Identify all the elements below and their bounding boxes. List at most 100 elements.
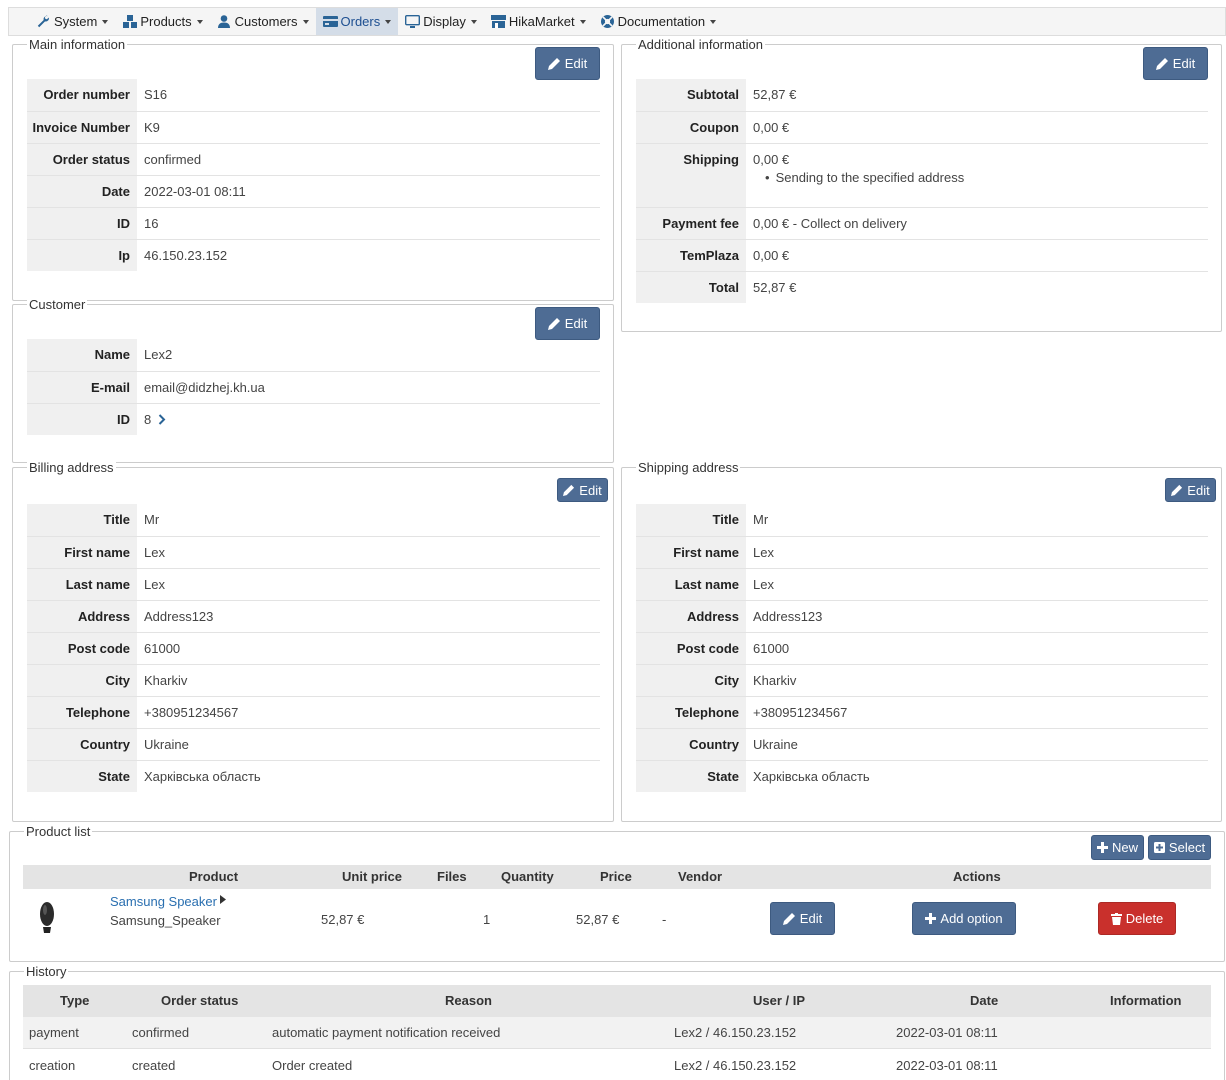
add-option-button[interactable]: Add option [912, 902, 1016, 935]
history-date: 2022-03-01 08:11 [896, 1025, 998, 1040]
table-row: Name Lex2 [27, 339, 600, 371]
credit-card-icon [322, 15, 338, 29]
desktop-icon [405, 15, 421, 29]
field-label: Title [636, 504, 746, 536]
store-icon [490, 15, 506, 29]
shipping-edit-label: Edit [1187, 482, 1210, 498]
shipping-first-name-value: Lex [746, 535, 1208, 568]
menu-orders[interactable]: Orders [315, 8, 399, 35]
shipping-edit-button[interactable]: Edit [1165, 478, 1216, 502]
field-label: Country [636, 727, 746, 760]
field-label: Telephone [636, 695, 746, 728]
table-row: Last name Lex [27, 567, 600, 600]
pencil-icon [563, 484, 575, 496]
field-label: Order number [27, 79, 137, 111]
menu-documentation[interactable]: Documentation [593, 8, 723, 35]
table-row: ID 8 [27, 402, 600, 435]
field-label: Subtotal [636, 79, 746, 111]
field-label: Total [636, 270, 746, 303]
caret-right-icon[interactable] [219, 895, 226, 904]
additional-information-table: Subtotal 52,87 € Coupon 0,00 € Shipping 0,… [636, 79, 1208, 303]
order-status-value: confirmed [137, 142, 600, 175]
plus-square-icon [1153, 842, 1165, 853]
table-row: First name Lex [636, 535, 1208, 568]
table-row: Coupon 0,00 € [636, 110, 1208, 143]
table-row: State Харківська область [27, 759, 600, 792]
col-files: Files [437, 869, 467, 884]
order-date-value: 2022-03-01 08:11 [137, 174, 600, 207]
coupon-value: 0,00 € [746, 110, 1208, 143]
table-row: Subtotal 52,87 € [636, 79, 1208, 111]
pencil-icon [1171, 484, 1183, 496]
table-row: Title Mr [636, 504, 1208, 536]
menu-customers[interactable]: Customers [210, 8, 316, 35]
pencil-icon [1155, 58, 1168, 70]
shipping-value-cell: 0,00 € • Sending to the specified address [746, 142, 1208, 207]
field-label: Post code [27, 631, 137, 664]
field-label: Order status [27, 142, 137, 175]
history-legend: History [24, 964, 69, 979]
delete-product-label: Delete [1125, 911, 1164, 926]
field-label: First name [636, 535, 746, 568]
product-name-cell: Samsung Speaker Samsung_Speaker [110, 894, 226, 928]
billing-title-value: Mr [144, 512, 160, 528]
additional-edit-label: Edit [1172, 56, 1196, 71]
customer-edit-button[interactable]: Edit [535, 307, 600, 340]
select-product-button[interactable]: Select [1148, 835, 1211, 860]
field-label: Name [27, 339, 137, 371]
history-user: Lex2 / 46.150.23.152 [674, 1058, 797, 1073]
additional-edit-button[interactable]: Edit [1143, 47, 1208, 80]
main-information-panel: Main information Edit Order number S16 In… [12, 37, 614, 301]
order-ip-value: 46.150.23.152 [137, 238, 600, 271]
product-thumbnail[interactable] [38, 900, 56, 936]
field-label: Country [27, 727, 137, 760]
pencil-icon [547, 58, 560, 70]
total-value: 52,87 € [746, 270, 1208, 303]
billing-edit-label: Edit [579, 482, 602, 498]
table-row: Address Address123 [27, 599, 600, 632]
field-label: Last name [636, 567, 746, 600]
table-row: State Харківська область [636, 759, 1208, 792]
shipping-method-label: Sending to the specified address [775, 169, 965, 185]
order-id-value: 16 [137, 206, 600, 239]
billing-address-legend: Billing address [27, 460, 116, 475]
customer-table: Name Lex2 E-mail email@didzhej.kh.ua ID 8 [27, 339, 600, 435]
col-unit-price: Unit price [342, 869, 402, 884]
col-quantity: Quantity [501, 869, 554, 884]
col-reason: Reason [445, 993, 492, 1008]
billing-edit-button[interactable]: Edit [557, 478, 608, 502]
field-label: State [27, 759, 137, 792]
billing-state-value: Харківська область [137, 759, 600, 792]
menu-orders-label: Orders [340, 14, 381, 29]
product-edit-button[interactable]: Edit [770, 902, 835, 935]
select-product-label: Select [1168, 840, 1206, 855]
table-row: Order status confirmed [27, 142, 600, 175]
billing-country-value: Ukraine [137, 727, 600, 760]
order-number-value: S16 [144, 87, 168, 103]
col-vendor: Vendor [678, 869, 723, 884]
menu-products[interactable]: Products [115, 8, 209, 35]
table-row: Title Mr [27, 504, 600, 536]
main-edit-button[interactable]: Edit [535, 47, 600, 80]
delete-product-button[interactable]: Delete [1098, 902, 1176, 935]
history-status: created [132, 1058, 176, 1073]
field-label: City [27, 663, 137, 696]
menu-customers-label: Customers [234, 14, 298, 29]
product-edit-label: Edit [799, 911, 823, 926]
field-label: TemPlaza [636, 238, 746, 271]
chevron-right-icon[interactable] [158, 414, 166, 425]
table-row: Country Ukraine [27, 727, 600, 760]
menu-display[interactable]: Display [398, 8, 484, 35]
invoice-number-value: K9 [137, 110, 600, 143]
customer-id-cell: 8 [137, 402, 600, 435]
field-label: Shipping [636, 142, 746, 207]
menu-hikamarket[interactable]: HikaMarket [484, 8, 593, 35]
table-row: payment confirmed automatic payment noti… [23, 1017, 1211, 1049]
user-icon [217, 15, 232, 29]
product-name-link[interactable]: Samsung Speaker [110, 894, 217, 909]
shipping-telephone-value: +380951234567 [746, 695, 1208, 728]
billing-last-name-value: Lex [137, 567, 600, 600]
new-product-button[interactable]: New [1091, 835, 1144, 860]
menu-system[interactable]: System [29, 8, 115, 35]
templaza-value: 0,00 € [746, 238, 1208, 271]
